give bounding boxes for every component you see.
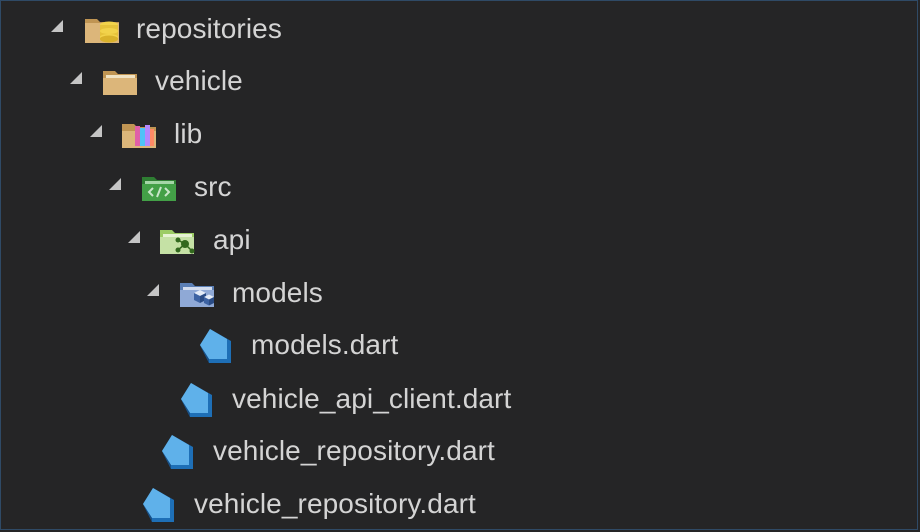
library-folder-icon (120, 114, 160, 154)
tree-item-label: vehicle_api_client.dart (232, 383, 512, 414)
tree-item-lib[interactable]: lib (1, 107, 917, 159)
chevron-expanded-icon[interactable] (125, 228, 143, 246)
tree-item-api[interactable]: api (1, 213, 917, 265)
source-folder-icon (140, 167, 180, 207)
dart-file-icon (140, 484, 180, 524)
chevron-expanded-icon[interactable] (87, 122, 105, 140)
tree-item-models-folder[interactable]: models (1, 266, 917, 318)
tree-item-label: api (213, 224, 251, 255)
tree-item-repositories[interactable]: repositories (1, 2, 917, 54)
tree-item-label: models.dart (251, 329, 399, 360)
tree-item-label: repositories (136, 13, 282, 44)
tree-item-models-dart[interactable]: models.dart (1, 318, 917, 370)
models-folder-icon (178, 273, 218, 313)
tree-item-src[interactable]: src (1, 160, 917, 212)
chevron-expanded-icon[interactable] (106, 175, 124, 193)
dart-file-icon (159, 431, 199, 471)
database-folder-icon (83, 9, 123, 49)
folder-open-icon (101, 61, 141, 101)
tree-item-label: src (194, 171, 232, 202)
tree-item-label: lib (174, 118, 203, 149)
chevron-expanded-icon[interactable] (67, 69, 85, 87)
chevron-expanded-icon[interactable] (144, 281, 162, 299)
tree-item-label: models (232, 277, 323, 308)
api-folder-icon (158, 220, 198, 260)
tree-item-vehicle-api-client-dart[interactable]: vehicle_api_client.dart (1, 372, 917, 424)
tree-item-label: vehicle (155, 65, 243, 96)
tree-item-vehicle[interactable]: vehicle (1, 54, 917, 106)
tree-item-label: vehicle_repository.dart (194, 488, 476, 519)
file-explorer-tree: repositories vehicle lib src api models … (0, 0, 918, 530)
tree-item-label: vehicle_repository.dart (213, 435, 495, 466)
tree-item-vehicle-repository-dart[interactable]: vehicle_repository.dart (1, 424, 917, 476)
chevron-expanded-icon[interactable] (48, 17, 66, 35)
dart-file-icon (178, 379, 218, 419)
dart-file-icon (197, 325, 237, 365)
tree-item-vehicle-repository-dart[interactable]: vehicle_repository.dart (1, 477, 917, 529)
